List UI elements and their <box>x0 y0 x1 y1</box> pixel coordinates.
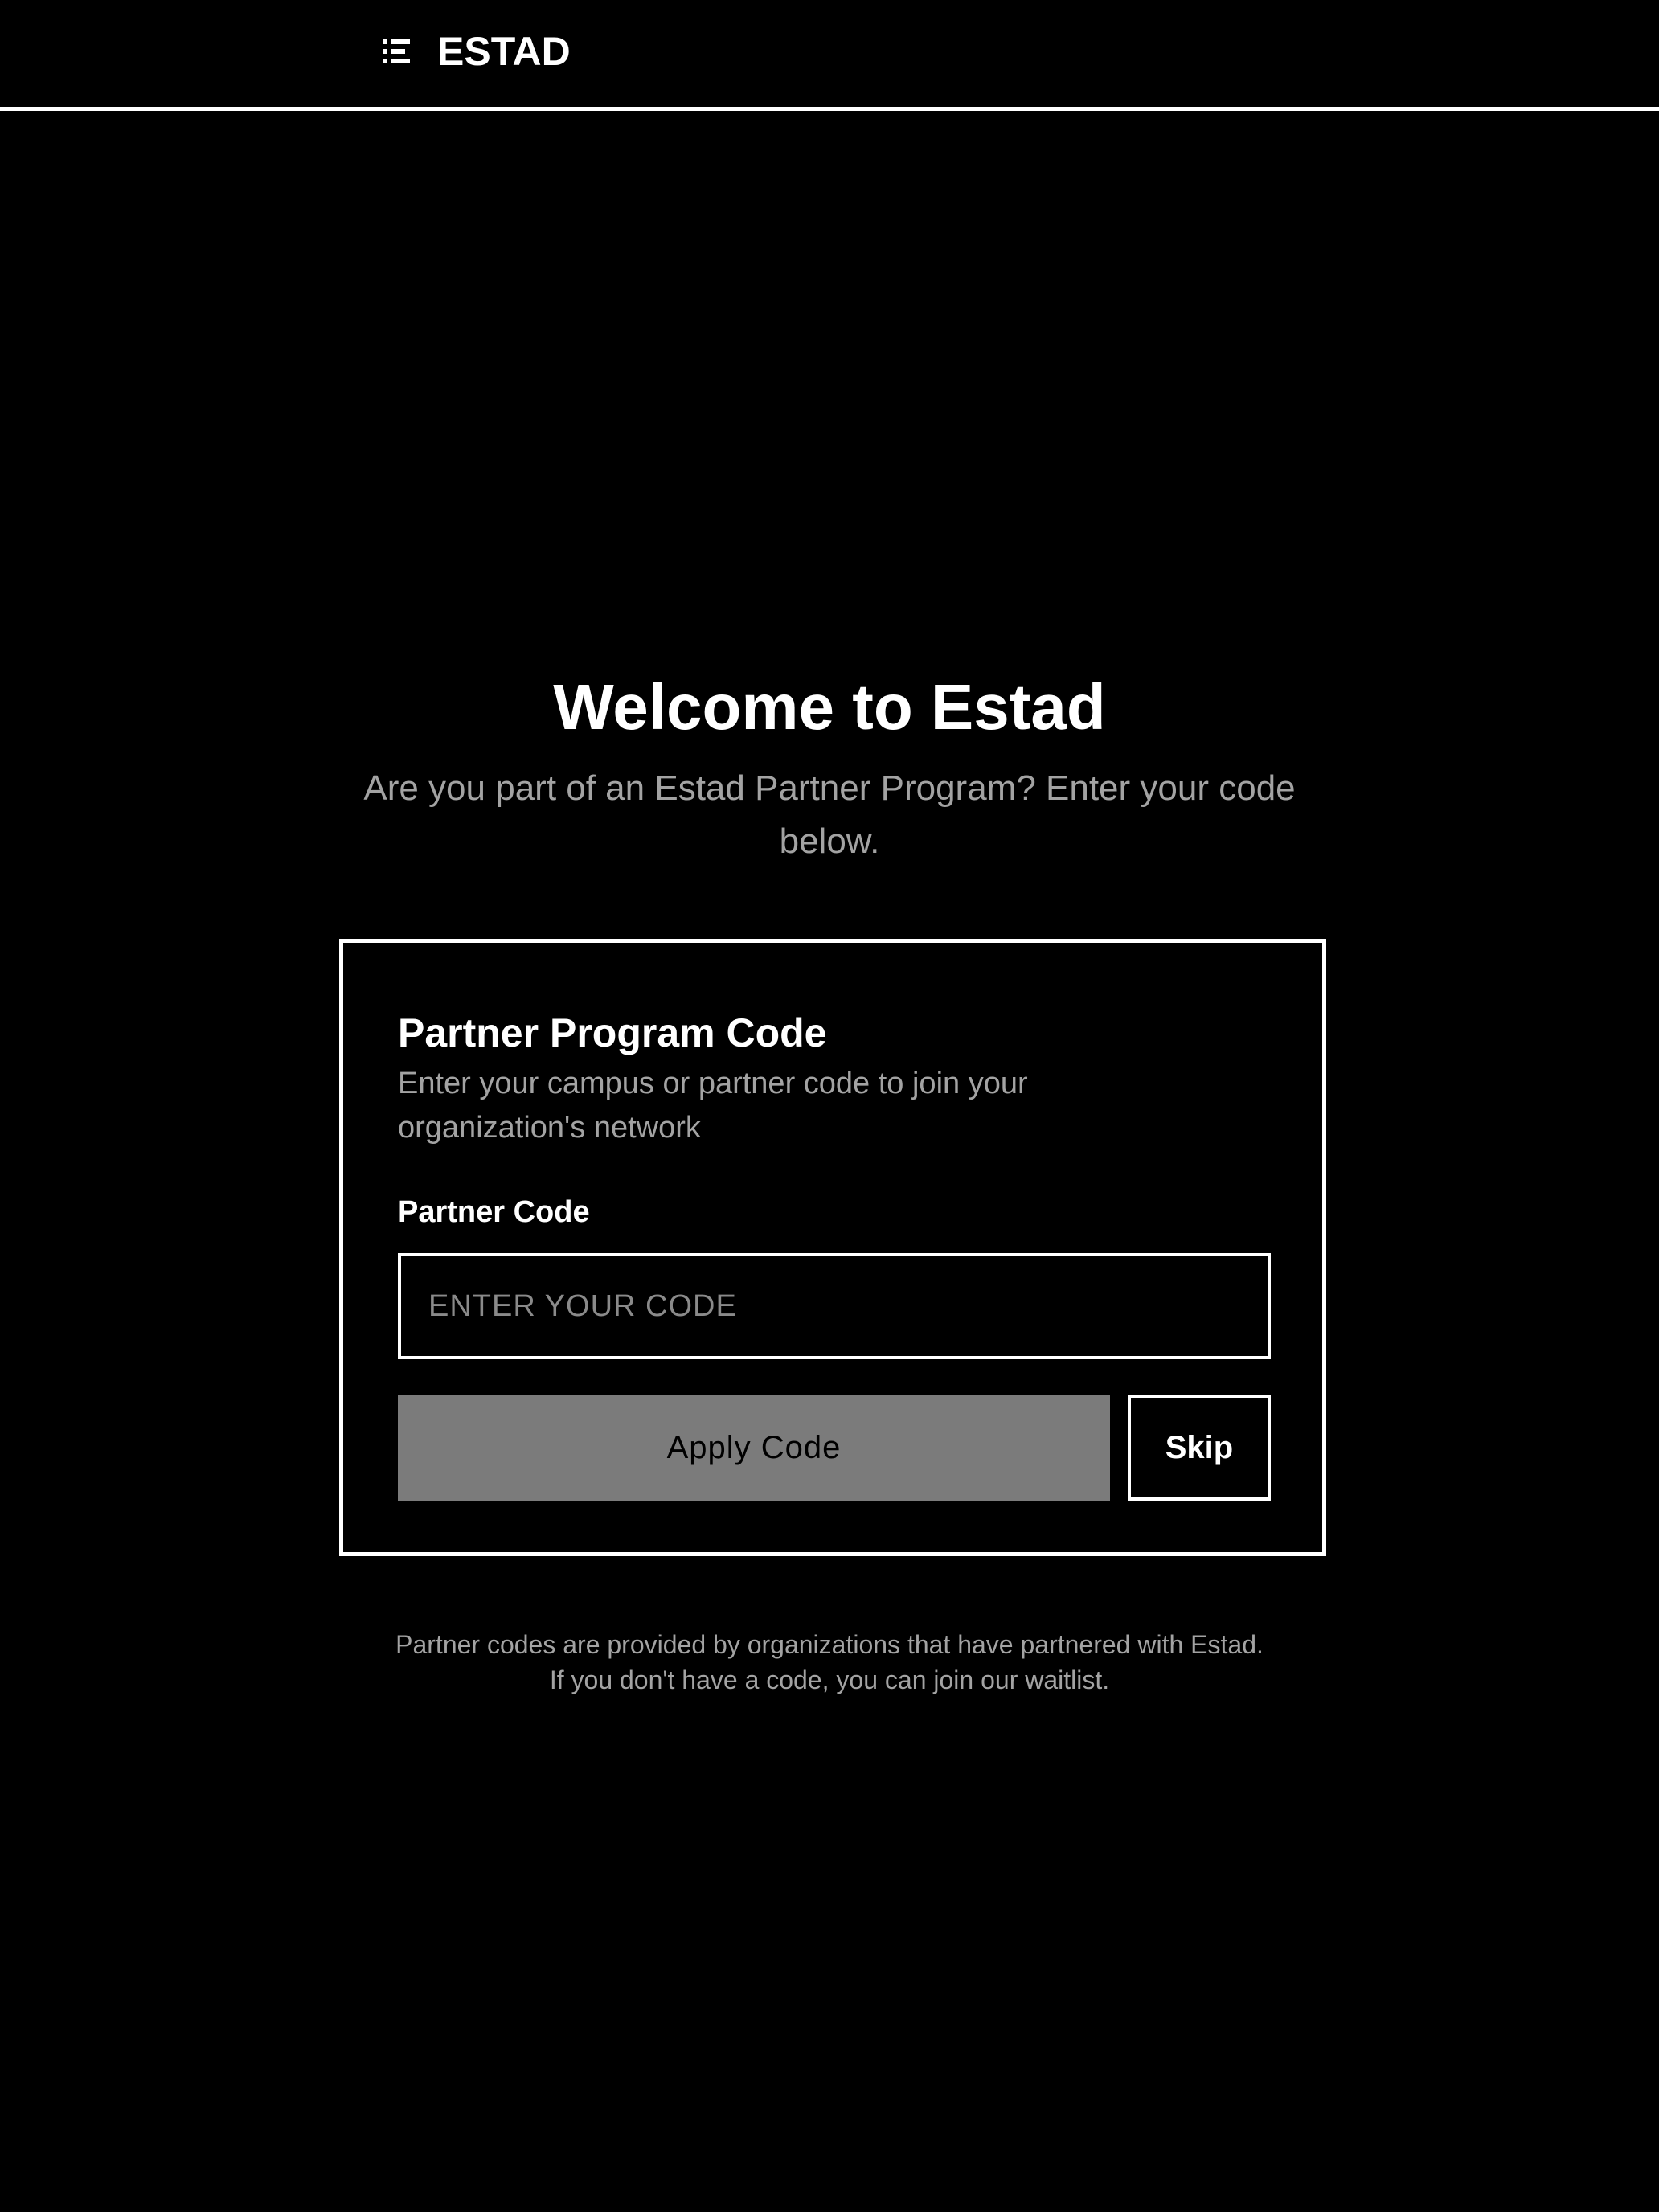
brand-home-link[interactable]: ESTAD <box>383 27 571 76</box>
skip-button[interactable]: Skip <box>1128 1395 1271 1501</box>
partner-code-footnote: Partner codes are provided by organizati… <box>291 1627 1368 1698</box>
footnote-line-2: If you don't have a code, you can join o… <box>549 1665 1110 1694</box>
brand-name: ESTAD <box>437 29 571 74</box>
top-bar: ESTAD <box>0 0 1659 111</box>
card-title: Partner Program Code <box>398 1010 827 1055</box>
estad-logo-icon <box>383 39 410 63</box>
page-subtitle: Are you part of an Estad Partner Program… <box>363 768 1296 861</box>
footnote-line-1: Partner codes are provided by organizati… <box>395 1630 1264 1659</box>
partner-code-label: Partner Code <box>398 1195 590 1229</box>
partner-code-input[interactable] <box>398 1253 1271 1359</box>
apply-code-button[interactable]: Apply Code <box>398 1395 1110 1501</box>
partner-code-card: Partner Program Code Enter your campus o… <box>339 939 1326 1556</box>
page: ESTAD Welcome to Estad Are you part of a… <box>0 0 1659 2212</box>
card-description: Enter your campus or partner code to joi… <box>398 1067 1028 1145</box>
page-title: Welcome to Estad <box>553 671 1106 743</box>
